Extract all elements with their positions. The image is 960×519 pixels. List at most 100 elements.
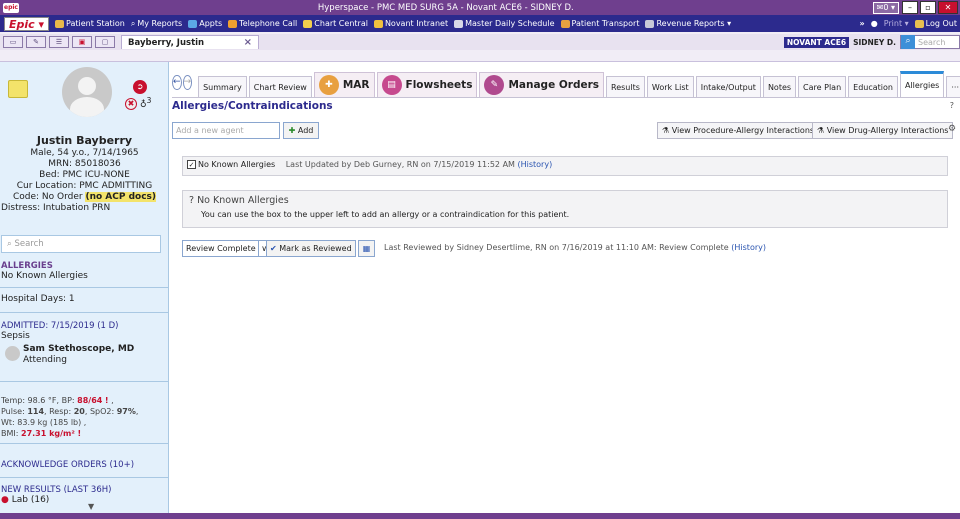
epic-menu-button[interactable]: Epic ▾ xyxy=(4,16,50,31)
mark-as-reviewed-button[interactable]: ✔ Mark as Reviewed xyxy=(266,240,356,257)
patient-demographics: Male, 54 y.o., 7/14/1965 xyxy=(30,148,139,158)
monitor-icon[interactable]: ▭ xyxy=(3,36,23,48)
in-basket-mail-button[interactable]: ✉0 ▾ xyxy=(872,1,899,14)
acknowledge-orders[interactable]: ACKNOWLEDGE ORDERS (10+) xyxy=(0,457,168,478)
interaction-icon: ⚗ xyxy=(662,126,670,135)
toolbar-logout[interactable]: Log Out xyxy=(912,19,960,28)
help-icon[interactable]: ? xyxy=(950,101,954,110)
toolbar-telephone-call[interactable]: Telephone Call xyxy=(225,19,300,28)
calendar-icon xyxy=(454,19,464,28)
nka-checkbox[interactable]: ✓ xyxy=(187,160,196,169)
tab-work-list[interactable]: Work List xyxy=(646,76,694,97)
toolbar-novant-intranet[interactable]: Novant Intranet xyxy=(371,19,451,28)
add-agent-row: Add a new agent ✚ Add ⚗ View Procedure-A… xyxy=(172,120,960,140)
attending-role: Attending xyxy=(23,355,67,365)
tab-notes[interactable]: Notes xyxy=(762,76,797,97)
allergies-section[interactable]: ALLERGIES No Known Allergies xyxy=(0,261,168,288)
folder-icon xyxy=(303,19,313,28)
people-icon xyxy=(373,19,383,28)
storyboard-search[interactable]: ⌕ Search xyxy=(1,235,161,253)
tab-education[interactable]: Education xyxy=(848,76,898,97)
tab-more-menu[interactable]: ··· ▾ xyxy=(946,76,960,97)
attending-name[interactable]: Sam Stethoscope, MD xyxy=(23,344,134,354)
list-icon[interactable]: ☰ xyxy=(49,36,69,48)
global-search[interactable]: ⌕ Search xyxy=(900,35,960,49)
add-button[interactable]: ✚ Add xyxy=(283,122,319,139)
patient-tab[interactable]: Bayberry, Justin × xyxy=(121,35,259,49)
nka-row: ✓ No Known Allergies Last Updated by Deb … xyxy=(182,156,948,176)
code-status-icon[interactable]: ➲ xyxy=(133,80,147,94)
mar-icon: ✚ xyxy=(318,75,339,95)
checkmark-icon: ✔ xyxy=(270,244,277,253)
tab-summary[interactable]: Summary xyxy=(198,76,247,97)
tab-chart-review[interactable]: Chart Review xyxy=(248,76,312,97)
toolbar-master-daily-schedule[interactable]: Master Daily Schedule xyxy=(451,19,557,28)
appointments-icon xyxy=(188,19,198,28)
admission-section[interactable]: ADMITTED: 7/15/2019 (1 D) Sepsis Sam Ste… xyxy=(0,320,168,382)
toolbar-print[interactable]: Print ▾ xyxy=(881,19,912,28)
vitals-section[interactable]: Temp: 98.6 °F, BP: 88/64 ! , Pulse: 114,… xyxy=(0,393,168,444)
settings-icon[interactable]: ⚙ xyxy=(948,124,956,134)
toolbar-patient-transport[interactable]: Patient Transport xyxy=(558,19,643,28)
toolbar-revenue-reports[interactable]: Revenue Reports ▾ xyxy=(642,19,734,28)
pin-icon[interactable]: ✎ xyxy=(26,36,46,48)
alerts-badge[interactable]: ♁3 xyxy=(140,96,151,110)
close-patient-tab-icon[interactable]: × xyxy=(244,37,252,48)
close-window-button[interactable]: ✕ xyxy=(938,1,958,14)
tab-care-plan[interactable]: Care Plan xyxy=(798,76,847,97)
toolbar-overflow-button[interactable]: » xyxy=(857,19,868,28)
sticky-note-icon[interactable] xyxy=(8,80,28,98)
maximize-button[interactable]: ▫ xyxy=(920,1,936,14)
current-user[interactable]: SIDNEY D. xyxy=(849,38,900,47)
patient-name[interactable]: Justin Bayberry xyxy=(0,135,168,146)
chat-icon[interactable]: ▢ xyxy=(95,36,115,48)
transport-icon xyxy=(560,19,570,28)
history-link[interactable]: (History) xyxy=(517,160,552,169)
toolbar-chart-central[interactable]: Chart Central xyxy=(300,19,371,28)
review-history-link[interactable]: (History) xyxy=(731,243,766,252)
view-drug-allergy-button[interactable]: ⚗ View Drug-Allergy Interactions xyxy=(812,122,954,139)
tab-manage-orders[interactable]: ✎ Manage Orders xyxy=(479,72,605,97)
add-agent-input[interactable]: Add a new agent xyxy=(172,122,280,139)
toolbar-appts[interactable]: Appts xyxy=(185,19,225,28)
code-status[interactable]: Code: No Order (no ACP docs) xyxy=(0,192,168,203)
report-icon xyxy=(645,19,655,28)
search-icon: ⌕ xyxy=(901,35,915,49)
logout-icon xyxy=(914,19,924,28)
toolbar-patient-station[interactable]: Patient Station xyxy=(52,19,128,28)
tab-flowsheets[interactable]: ▤ Flowsheets xyxy=(376,72,478,97)
chart-icon[interactable]: ▣ xyxy=(72,36,92,48)
patient-bed: Bed: PMC ICU-NONE xyxy=(39,170,130,180)
minimize-button[interactable]: – xyxy=(902,1,918,14)
activity-header: Allergies/Contraindications ? xyxy=(172,97,960,113)
globe-icon[interactable]: ● xyxy=(868,19,881,28)
activity-tabs: ← → Summary Chart Review ✚ MAR ▤ Flowsheet… xyxy=(172,66,960,97)
last-updated: Last Updated by Deb Gurney, RN on 7/15/2… xyxy=(285,160,515,169)
nka-info-box: ? No Known Allergies You can use the box… xyxy=(182,190,948,228)
patient-storyboard: ➲ ✖ ♁3 Justin Bayberry Male, 54 y.o., 7/… xyxy=(0,62,169,513)
tab-allergies[interactable]: Allergies xyxy=(899,71,945,97)
back-button[interactable]: ← xyxy=(172,75,182,90)
global-search-input[interactable]: Search xyxy=(915,38,945,47)
review-status-select[interactable]: Review Complete ∨ xyxy=(182,240,274,257)
interaction-icon: ⚗ xyxy=(817,126,825,135)
hospital-days: Hospital Days: 1 xyxy=(0,292,168,313)
forward-button[interactable]: → xyxy=(182,75,193,90)
view-procedure-allergy-button[interactable]: ⚗ View Procedure-Allergy Interactions xyxy=(657,122,820,139)
patient-workspace-bar: ▭ ✎ ☰ ▣ ▢ Bayberry, Justin × NOVANT ACE6… xyxy=(0,32,960,62)
lab-alert-icon: ● xyxy=(1,495,9,505)
last-reviewed: Last Reviewed by Sidney Desertlime, RN o… xyxy=(384,243,766,252)
main-toolbar: Epic ▾ Patient Station ⌕ My Reports Appts… xyxy=(0,15,960,32)
tab-results[interactable]: Results xyxy=(606,76,645,97)
tab-mar[interactable]: ✚ MAR xyxy=(313,72,375,97)
scroll-down-icon[interactable]: ▼ xyxy=(88,502,94,511)
isolation-icon[interactable]: ✖ xyxy=(125,98,137,110)
calendar-icon[interactable]: ▦ xyxy=(358,240,375,257)
patient-station-icon xyxy=(55,19,65,28)
epic-app-icon: epic xyxy=(3,2,19,13)
search-icon: ⌕ xyxy=(130,18,136,28)
new-results-section[interactable]: NEW RESULTS (LAST 36H) ● Lab (16) xyxy=(0,483,168,507)
toolbar-my-reports[interactable]: ⌕ My Reports xyxy=(128,19,185,29)
tab-intake-output[interactable]: Intake/Output xyxy=(695,76,761,97)
provider-avatar xyxy=(5,346,20,361)
